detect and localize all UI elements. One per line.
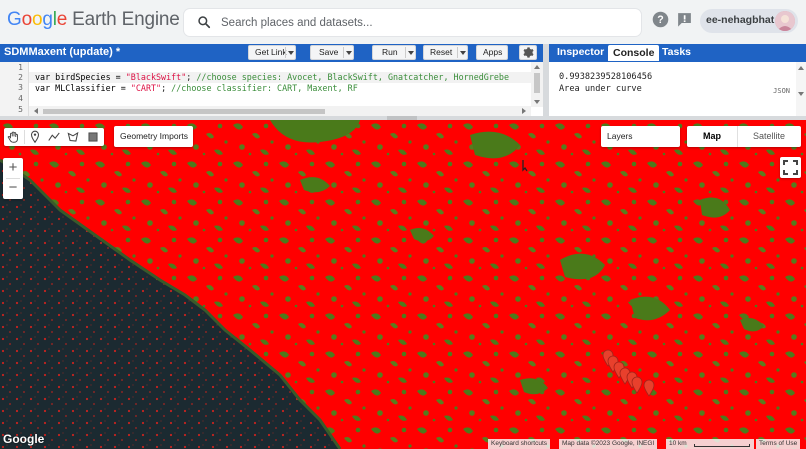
fullscreen-icon [783,160,798,175]
pan-hand-icon[interactable] [7,130,21,144]
reset-button[interactable]: Reset [423,45,468,60]
scroll-up-icon[interactable] [531,63,543,71]
polyline-icon[interactable] [47,130,61,144]
code-editor[interactable]: 1 2 3 4 5 var birdSpecies = "BlackSwift"… [0,62,543,116]
drawing-tools [4,128,104,146]
console-scrollbar[interactable] [796,62,806,116]
account-name: ee-nehagbhat [706,14,775,26]
map-canvas[interactable]: Geometry Imports Layers Map Satellite + … [0,120,806,449]
svg-text:?: ? [657,14,663,26]
search-input[interactable] [221,13,621,32]
tab-console[interactable]: Console [608,45,660,61]
marker-icon[interactable] [28,130,42,144]
right-panel-tabs: Inspector Console Tasks [549,44,806,62]
search-icon [198,16,211,29]
script-title[interactable]: SDMMaxent (update) * [4,46,120,58]
gear-icon [523,47,534,58]
line-gutter: 1 2 3 4 5 [0,62,29,116]
code-line[interactable]: var birdSpecies = "BlackSwift"; //choose… [35,72,509,82]
scroll-right-icon[interactable] [519,106,529,116]
app-header: GoogleEarth Engine ? ee-nehagbhat [0,0,806,44]
cursor-icon [522,160,528,172]
save-button[interactable]: Save [310,45,354,60]
console-value: 0.9938239528106456 [559,72,653,82]
chevron-down-icon[interactable] [408,51,414,55]
chevron-down-icon[interactable] [346,51,352,55]
scroll-down-icon[interactable] [796,90,806,98]
console-output: 0.9938239528106456 Area under curve JSON [549,62,806,116]
chevron-down-icon[interactable] [288,51,294,55]
map-type-map[interactable]: Map [703,131,721,141]
editor-vertical-scrollbar[interactable] [531,62,543,107]
user-avatar-icon [775,11,795,31]
map-pin-cluster-icon[interactable] [600,348,660,403]
map-data-attribution[interactable]: Map data ©2023 Google, INEGI [559,439,658,449]
scale-indicator[interactable]: 10 km [666,439,754,449]
keyboard-shortcuts-link[interactable]: Keyboard shortcuts [488,439,551,449]
map-type-satellite[interactable]: Satellite [753,131,785,141]
map-type-toggle: Map Satellite [687,126,801,147]
scroll-left-icon[interactable] [31,106,41,116]
classification-layer [0,120,806,449]
polygon-icon[interactable] [66,130,80,144]
json-link[interactable]: JSON [773,87,790,95]
apps-button[interactable]: Apps [476,45,508,60]
tab-tasks[interactable]: Tasks [662,46,691,58]
help-icon[interactable]: ? [652,11,669,28]
get-link-button[interactable]: Get Link [248,45,296,60]
layers-button[interactable]: Layers [601,126,680,147]
scroll-down-icon[interactable] [531,98,543,106]
editor-toolbar: SDMMaxent (update) * Get Link Save Run R… [0,44,543,62]
geometry-imports-button[interactable]: Geometry Imports [114,126,193,147]
logo-product-name: Earth Engine [72,9,180,30]
scale-bar [694,444,750,447]
chevron-down-icon[interactable] [460,51,466,55]
account-chip[interactable]: ee-nehagbhat [700,9,798,33]
terms-of-use-link[interactable]: Terms of Use [756,439,801,449]
feedback-icon[interactable] [676,11,693,28]
zoom-out-button[interactable]: − [3,179,23,197]
rectangle-icon[interactable] [86,130,100,144]
search-box[interactable] [184,9,641,36]
fullscreen-button[interactable] [780,157,801,178]
code-line[interactable]: var MLClassifier = "CART"; //choose clas… [35,83,358,93]
tab-inspector[interactable]: Inspector [557,46,604,58]
console-label: Area under curve [559,84,642,94]
google-logo: Google [3,432,45,446]
zoom-control: + − [3,158,23,199]
settings-button[interactable] [519,45,537,60]
earth-engine-logo[interactable]: Google Earth Engine [7,9,180,31]
zoom-in-button[interactable]: + [3,159,23,177]
run-button[interactable]: Run [372,45,416,60]
editor-horizontal-scrollbar[interactable] [29,106,531,116]
avatar[interactable] [775,11,795,31]
scroll-up-icon[interactable] [796,64,806,72]
